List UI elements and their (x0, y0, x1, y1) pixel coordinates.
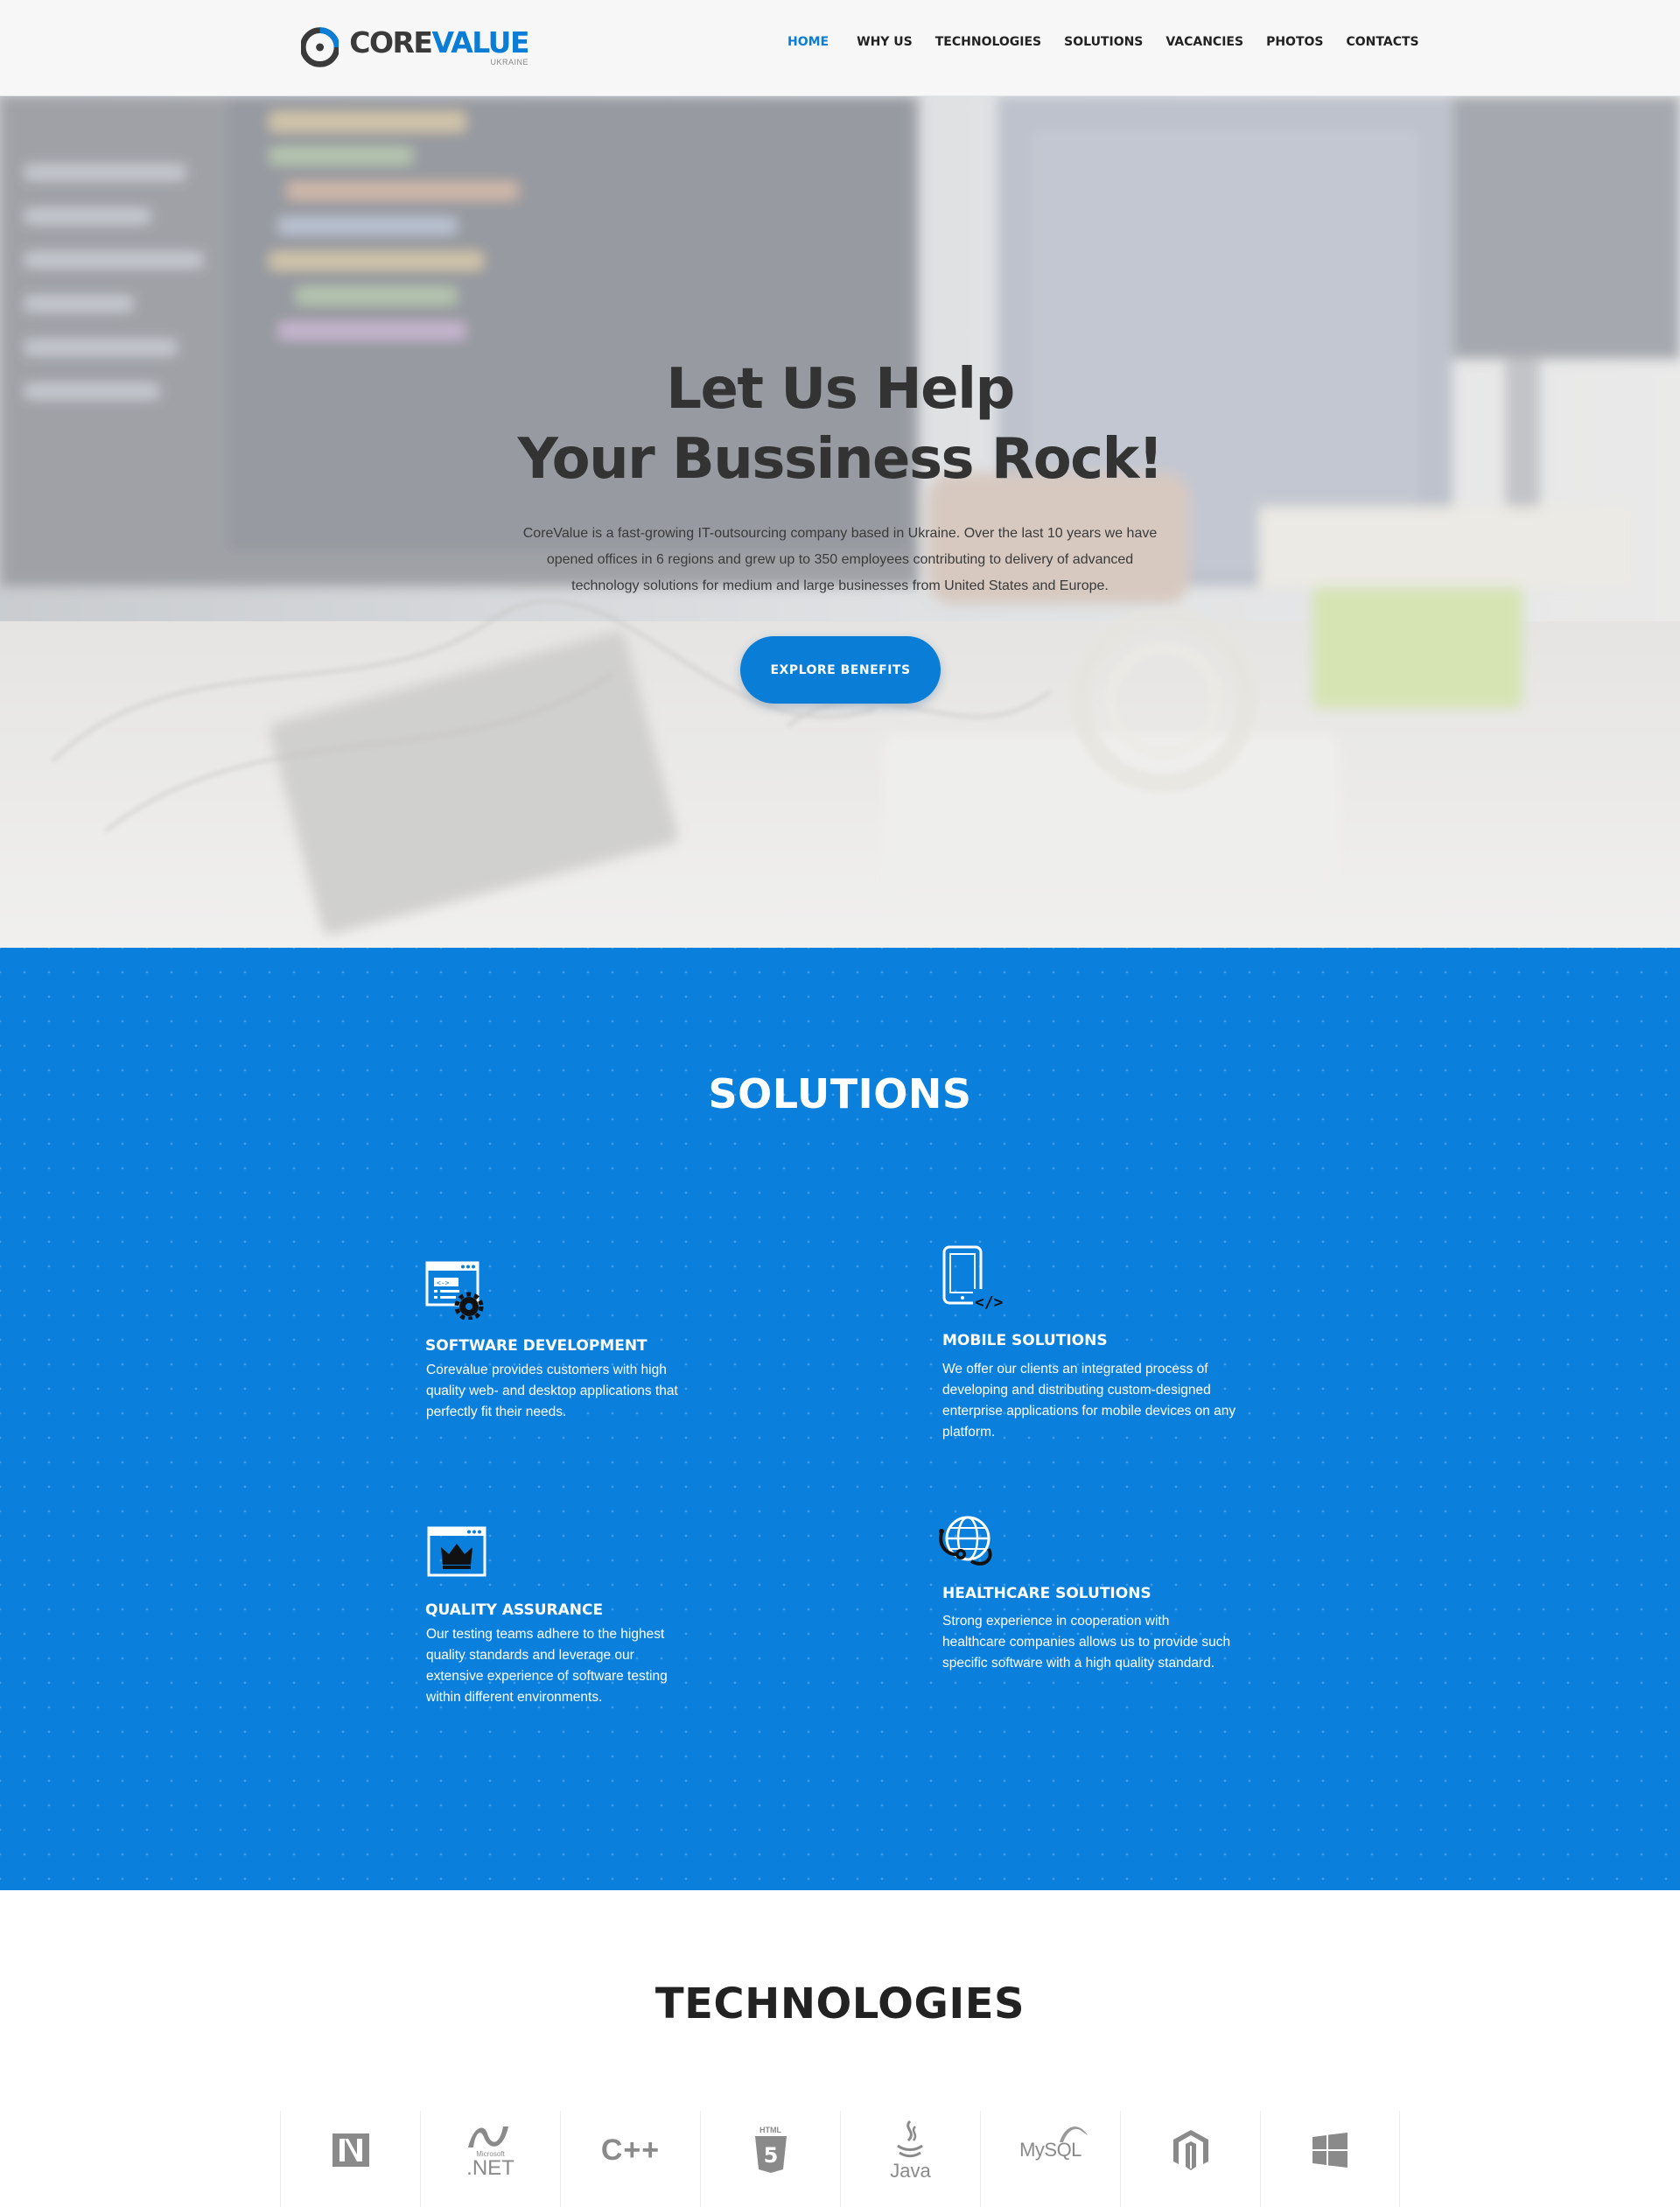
hero-title-line-2: Your Bussiness Rock! (517, 427, 1164, 492)
tech-logo-dotnet[interactable]: Microsoft .NET (420, 2111, 560, 2207)
tech-logo-magento[interactable] (1120, 2111, 1260, 2207)
java-logo-icon (897, 2119, 924, 2158)
tech-logo-cpp[interactable]: C++ (560, 2111, 700, 2207)
technologies-title: TECHNOLOGIES (654, 1979, 1026, 2028)
solution-description: We offer our clients an integrated proce… (942, 1362, 1236, 1440)
explore-benefits-button[interactable]: EXPLORE BENEFITS (740, 636, 941, 704)
quality-assurance-icon (427, 1526, 486, 1577)
nav-why-us[interactable]: WHY US (857, 35, 913, 49)
nav-home[interactable]: HOME (788, 35, 829, 49)
magento-logo-icon (1172, 2130, 1208, 2170)
nav-technologies[interactable]: TECHNOLOGIES (935, 35, 1041, 49)
solutions-title: SOLUTIONS (708, 1070, 972, 1118)
solutions-section: SOLUTIONS <-> SOFTWARE DEVELOPMENT Corev… (0, 948, 1680, 1890)
cpp-logo-icon: C++ (600, 2133, 661, 2167)
tech-logo-windows[interactable] (1260, 2111, 1400, 2207)
tech-logo-java[interactable]: Java (840, 2111, 980, 2207)
hero-title-line-1: Let Us Help (666, 357, 1015, 422)
tech-logo-netsuite[interactable] (280, 2111, 420, 2207)
solution-description: Corevalue provides customers with high q… (426, 1363, 678, 1419)
windows-logo-icon (1312, 2133, 1348, 2168)
svg-text:</>: </> (975, 1293, 1004, 1312)
software-development-icon: <-> (425, 1261, 484, 1320)
dotnet-logo-icon (467, 2126, 508, 2147)
solution-description: Strong experience in cooperation with he… (942, 1614, 1231, 1671)
solution-title: QUALITY ASSURANCE (425, 1601, 604, 1619)
technologies-logo-row: Microsoft .NET C++ HTML 5 Java MySQL (280, 2111, 1400, 2207)
healthcare-solutions-icon (939, 1516, 992, 1566)
tech-logo-mysql[interactable]: MySQL (980, 2111, 1120, 2207)
solution-title: MOBILE SOLUTIONS (942, 1332, 1108, 1349)
svg-text:<->: <-> (437, 1279, 450, 1287)
mobile-solutions-icon: </> (942, 1245, 1008, 1312)
main-nav: HOME WHY US TECHNOLOGIES SOLUTIONS VACAN… (788, 35, 1442, 49)
svg-text:5: 5 (763, 2143, 778, 2168)
solution-title: HEALTHCARE SOLUTIONS (942, 1585, 1152, 1602)
tech-logo-html5[interactable]: HTML 5 (700, 2111, 840, 2207)
corevalue-logo[interactable]: COREVALUE UKRAINE (301, 19, 529, 75)
solution-description: Our testing teams adhere to the highest … (426, 1627, 668, 1705)
html5-logo-icon: 5 (754, 2135, 787, 2173)
corevalue-logo-icon (301, 27, 340, 67)
nav-solutions[interactable]: SOLUTIONS (1064, 35, 1143, 49)
hero-section: Let Us Help Your Bussiness Rock! CoreVal… (0, 96, 1680, 948)
nav-photos[interactable]: PHOTOS (1266, 35, 1323, 49)
logo-wordmark: COREVALUE (349, 25, 529, 60)
site-header: COREVALUE UKRAINE HOME WHY US TECHNOLOGI… (0, 0, 1680, 96)
mysql-logo-icon (1060, 2126, 1088, 2142)
netsuite-logo-icon (332, 2133, 369, 2167)
hero-description: CoreValue is a fast-growing IT-outsourci… (522, 526, 1158, 593)
nav-vacancies[interactable]: VACANCIES (1166, 35, 1243, 49)
hero-title: Let Us Help Your Bussiness Rock! (0, 354, 1680, 494)
solution-title: SOFTWARE DEVELOPMENT (425, 1337, 648, 1355)
logo-subtitle: UKRAINE (490, 58, 528, 67)
nav-contacts[interactable]: CONTACTS (1347, 35, 1419, 49)
